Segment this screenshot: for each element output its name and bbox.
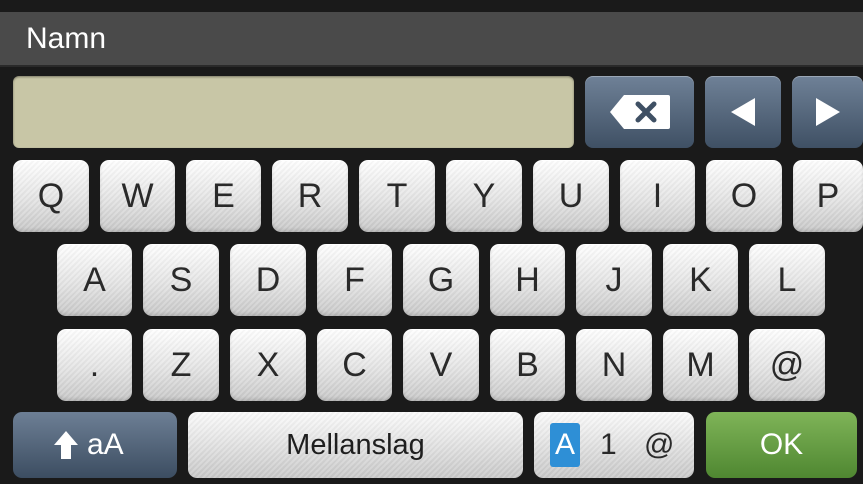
backspace-icon — [609, 95, 670, 129]
title-bar: Namn — [0, 12, 863, 67]
key-t[interactable]: T — [359, 160, 435, 232]
mode-numbers-indicator: 1 — [600, 428, 617, 461]
cursor-right-button[interactable] — [792, 76, 863, 148]
backspace-button[interactable] — [585, 76, 694, 148]
key-h[interactable]: H — [490, 244, 565, 316]
key-e[interactable]: E — [186, 160, 261, 232]
key-p[interactable]: P — [793, 160, 863, 232]
key-s[interactable]: S — [143, 244, 219, 316]
key-x[interactable]: X — [230, 329, 306, 401]
key-g[interactable]: G — [403, 244, 479, 316]
shift-case-button[interactable]: aA — [13, 412, 177, 478]
key-d[interactable]: D — [230, 244, 306, 316]
screen: Namn Q W E R T Y U I O P A S D F G H J K… — [0, 0, 863, 484]
shift-label: aA — [87, 428, 124, 461]
shift-content: aA — [53, 428, 124, 462]
key-w[interactable]: W — [100, 160, 175, 232]
key-k[interactable]: K — [663, 244, 738, 316]
cursor-left-button[interactable] — [705, 76, 781, 148]
key-q[interactable]: Q — [13, 160, 89, 232]
key-at[interactable]: @ — [749, 329, 825, 401]
ok-button[interactable]: OK — [706, 412, 857, 478]
key-a[interactable]: A — [57, 244, 132, 316]
key-r[interactable]: R — [272, 160, 348, 232]
name-input-field[interactable] — [13, 76, 574, 148]
page-title: Namn — [26, 22, 107, 55]
key-v[interactable]: V — [403, 329, 479, 401]
key-b[interactable]: B — [490, 329, 565, 401]
input-mode-button[interactable]: A 1 @ — [534, 412, 694, 478]
arrow-left-icon — [731, 98, 755, 126]
key-n[interactable]: N — [576, 329, 652, 401]
arrow-right-icon — [815, 98, 840, 126]
key-l[interactable]: L — [749, 244, 825, 316]
key-f[interactable]: F — [317, 244, 392, 316]
space-button[interactable]: Mellanslag — [188, 412, 523, 478]
key-c[interactable]: C — [317, 329, 392, 401]
key-j[interactable]: J — [576, 244, 652, 316]
key-i[interactable]: I — [620, 160, 695, 232]
mode-letters-indicator: A — [550, 423, 580, 467]
key-u[interactable]: U — [533, 160, 609, 232]
key-o[interactable]: O — [706, 160, 782, 232]
key-z[interactable]: Z — [143, 329, 219, 401]
shift-up-arrow-icon — [54, 431, 78, 459]
mode-symbols-indicator: @ — [644, 428, 675, 461]
key-period[interactable]: . — [57, 329, 132, 401]
key-m[interactable]: M — [663, 329, 738, 401]
key-y[interactable]: Y — [446, 160, 522, 232]
